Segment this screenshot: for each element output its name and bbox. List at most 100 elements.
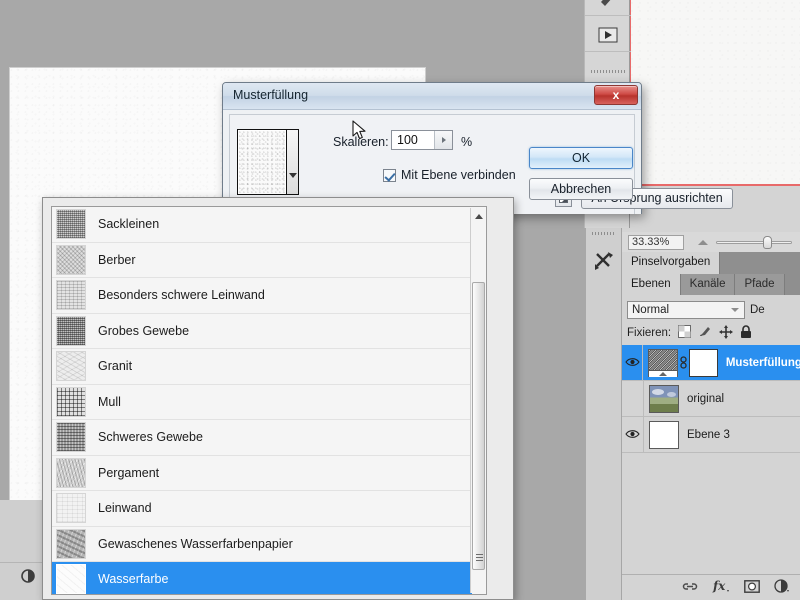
pattern-swatch-icon <box>56 457 86 488</box>
pattern-preview-dropdown-button[interactable] <box>286 130 298 194</box>
layer-thumbnail[interactable] <box>649 384 679 413</box>
scale-input[interactable]: 100 <box>391 130 453 150</box>
pattern-swatch-icon <box>56 209 86 240</box>
pattern-label: Leinwand <box>98 501 152 516</box>
pattern-label: Berber <box>98 252 136 267</box>
pattern-swatch-icon <box>56 493 86 524</box>
table-row[interactable]: Ebene 3 <box>622 416 800 453</box>
tab-pfade[interactable]: Pfade <box>735 274 785 295</box>
tools-swap-button[interactable] <box>586 246 622 278</box>
tools-swap-icon <box>593 250 615 275</box>
tab-pinselvorgaben[interactable]: Pinselvorgaben <box>622 252 721 274</box>
add-layer-style-fx-icon[interactable]: fx <box>712 579 730 596</box>
pattern-list[interactable]: Sackleinen Berber Besonders schwere Lein… <box>51 206 487 595</box>
list-item[interactable]: Sackleinen <box>52 207 472 243</box>
zoom-slider-knob[interactable] <box>763 236 772 249</box>
new-adjustment-layer-icon[interactable] <box>774 579 790 596</box>
close-button[interactable]: x <box>594 85 638 105</box>
list-item[interactable]: Besonders schwere Leinwand <box>52 278 472 314</box>
pattern-preview-dropdown[interactable] <box>237 129 299 195</box>
layer-thumbnail[interactable] <box>649 420 679 449</box>
zoom-marker-icon <box>698 240 708 245</box>
blend-mode-row: Normal De <box>627 300 797 319</box>
dock-drag-handle[interactable] <box>592 232 616 235</box>
play-action-button[interactable] <box>585 18 631 52</box>
panel-tab-row-layers: Ebenen Kanäle Pfade <box>622 274 800 295</box>
link-icon[interactable] <box>678 355 689 370</box>
scrollbar-thumb[interactable] <box>472 282 485 570</box>
pattern-label: Gewaschenes Wasserfarbenpapier <box>98 536 293 551</box>
table-row[interactable]: Musterfüllung <box>622 344 800 381</box>
scroll-up-button[interactable] <box>471 208 486 224</box>
pattern-label: Besonders schwere Leinwand <box>98 288 265 303</box>
layer-visibility-toggle[interactable] <box>622 344 644 381</box>
pattern-swatch-icon <box>56 564 86 594</box>
chevron-right-icon <box>441 137 446 143</box>
layer-visibility-toggle[interactable] <box>622 416 644 453</box>
list-item[interactable]: Berber <box>52 242 472 278</box>
layer-mask-thumbnail[interactable] <box>688 348 718 377</box>
musterfuellung-dialog: Musterfüllung x Skalieren: 100 % Mit Ebe… <box>222 82 733 214</box>
layer-thumbnail[interactable] <box>648 348 678 377</box>
layers-panel-footer: fx <box>622 574 800 600</box>
list-item[interactable]: Granit <box>52 349 472 385</box>
lock-transparent-pixels-icon[interactable] <box>678 325 692 341</box>
pattern-swatch-icon <box>56 244 86 275</box>
layer-name: Musterfüllung <box>725 356 800 369</box>
tab-ebenen[interactable]: Ebenen <box>622 274 681 295</box>
cancel-button[interactable]: Abbrechen <box>529 178 633 200</box>
pattern-swatch-icon <box>56 386 86 417</box>
table-row[interactable]: original <box>622 380 800 417</box>
eye-icon <box>625 356 640 370</box>
scale-label: Skalieren: <box>333 135 389 149</box>
panel-tab-row-brush: Pinselvorgaben <box>622 252 800 274</box>
zoom-slider-track[interactable] <box>716 241 792 244</box>
guide-line-horizontal <box>629 184 800 186</box>
dock-icon-strip <box>586 228 622 600</box>
lock-position-icon[interactable] <box>719 324 734 342</box>
layer-name: Ebene 3 <box>687 428 730 441</box>
pattern-scroll-content: Sackleinen Berber Besonders schwere Lein… <box>52 207 472 594</box>
lock-label: Fixieren: <box>627 327 672 339</box>
list-item[interactable]: Schweres Gewebe <box>52 420 472 456</box>
list-item[interactable]: Pergament <box>52 455 472 491</box>
ok-button[interactable]: OK <box>529 147 633 169</box>
photoshop-screenshot: 33.33% Pinselvorgaben Ebenen Kanäle Pfad… <box>0 0 800 600</box>
play-action-icon <box>597 26 619 44</box>
zoom-level-input[interactable]: 33.33% <box>628 234 684 250</box>
blend-mode-select[interactable]: Normal <box>627 300 745 319</box>
pattern-swatch-icon <box>56 351 86 382</box>
lock-image-pixels-icon[interactable] <box>698 325 712 341</box>
link-layers-icon[interactable] <box>682 581 698 595</box>
pattern-label: Pergament <box>98 465 160 480</box>
lock-all-icon[interactable] <box>740 324 752 342</box>
list-item[interactable]: Gewaschenes Wasserfarbenpapier <box>52 526 472 562</box>
pattern-picker-popup: Sackleinen Berber Besonders schwere Lein… <box>42 197 514 600</box>
pattern-preview-swatch <box>239 131 285 193</box>
link-with-layer-checkbox[interactable] <box>383 168 396 182</box>
scale-stepper-button[interactable] <box>434 131 452 149</box>
svg-text:fx: fx <box>712 579 726 593</box>
zoom-slider[interactable] <box>692 234 796 250</box>
pattern-label: Grobes Gewebe <box>98 323 190 338</box>
lock-options-row: Fixieren: <box>627 324 752 342</box>
tab-kanaele[interactable]: Kanäle <box>680 274 736 295</box>
add-layer-mask-icon[interactable] <box>744 579 760 596</box>
scale-value[interactable]: 100 <box>392 133 434 147</box>
list-item[interactable]: Mull <box>52 384 472 420</box>
list-item[interactable]: Leinwand <box>52 491 472 527</box>
pattern-list-scrollbar[interactable] <box>470 208 485 593</box>
document-canvas-right[interactable] <box>630 0 800 186</box>
dialog-title-bar[interactable]: Musterfüllung x <box>223 83 641 110</box>
pattern-swatch-icon <box>56 528 86 559</box>
blend-mode-value: Normal <box>632 303 670 316</box>
gradient-tool-button[interactable] <box>585 0 631 16</box>
dialog-title: Musterfüllung <box>233 88 309 102</box>
list-item[interactable]: Wasserfarbe <box>52 562 472 594</box>
list-item[interactable]: Grobes Gewebe <box>52 313 472 349</box>
percent-label: % <box>461 135 473 149</box>
layer-visibility-toggle[interactable] <box>622 380 644 417</box>
pattern-swatch-icon <box>56 315 86 346</box>
opacity-label: De <box>750 303 765 316</box>
link-with-layer-checkbox-row[interactable]: Mit Ebene verbinden <box>383 168 516 182</box>
